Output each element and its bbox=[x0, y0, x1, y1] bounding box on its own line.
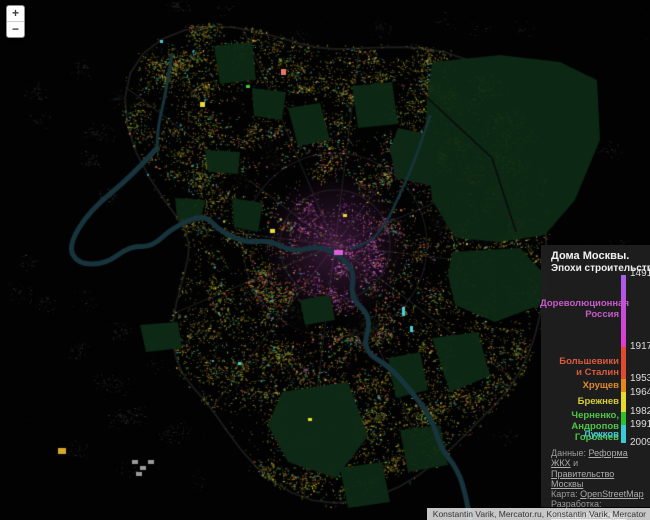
credit-line: Данные: Реформа ЖКХ и bbox=[551, 448, 647, 469]
era-color-segment bbox=[621, 275, 626, 347]
credit-suffix: и bbox=[571, 458, 579, 468]
map-attribution: Konstantin Varik, Mercator.ru, Konstanti… bbox=[427, 508, 650, 520]
zoom-in-button[interactable]: + bbox=[7, 6, 24, 21]
era-color-segment bbox=[621, 425, 626, 443]
map-app: + − Дома Москвы. Эпохи строительства[?][… bbox=[0, 0, 650, 520]
credit-link[interactable]: OpenStreetMap bbox=[580, 489, 644, 499]
era-label: Большевики и Сталин bbox=[540, 356, 619, 378]
scale-year-label: 1953 bbox=[630, 374, 650, 384]
credit-line: Карта: OpenStreetMap bbox=[551, 489, 647, 499]
scale-year-label: 2009 bbox=[630, 438, 650, 448]
credit-prefix: Карта: bbox=[551, 489, 580, 499]
scale-year-label: 1917 bbox=[630, 342, 650, 352]
credit-line: Правительство Москвы bbox=[551, 469, 647, 490]
scale-year-label: 1991 bbox=[630, 420, 650, 430]
legend-title: Дома Москвы. bbox=[551, 250, 629, 262]
era-label: Лужков bbox=[540, 429, 619, 440]
era-label: Дореволюционная Россия bbox=[540, 298, 619, 320]
era-label: Брежнев bbox=[540, 396, 619, 407]
era-color-segment bbox=[621, 392, 626, 412]
era-color-segment bbox=[621, 347, 626, 379]
credit-prefix: Данные: bbox=[551, 448, 589, 458]
legend-panel: Дома Москвы. Эпохи строительства[?][≡] 1… bbox=[541, 245, 650, 507]
zoom-control: + − bbox=[6, 5, 25, 38]
credit-link[interactable]: Правительство Москвы bbox=[551, 469, 614, 489]
scale-year-label: 1982 bbox=[630, 407, 650, 417]
era-color-segment bbox=[621, 379, 626, 392]
scale-year-label: 1964 bbox=[630, 388, 650, 398]
era-color-segment bbox=[621, 412, 626, 425]
zoom-out-button[interactable]: − bbox=[7, 21, 24, 37]
era-label: Хрущев bbox=[540, 380, 619, 391]
scale-year-label: 1491 bbox=[630, 269, 650, 279]
